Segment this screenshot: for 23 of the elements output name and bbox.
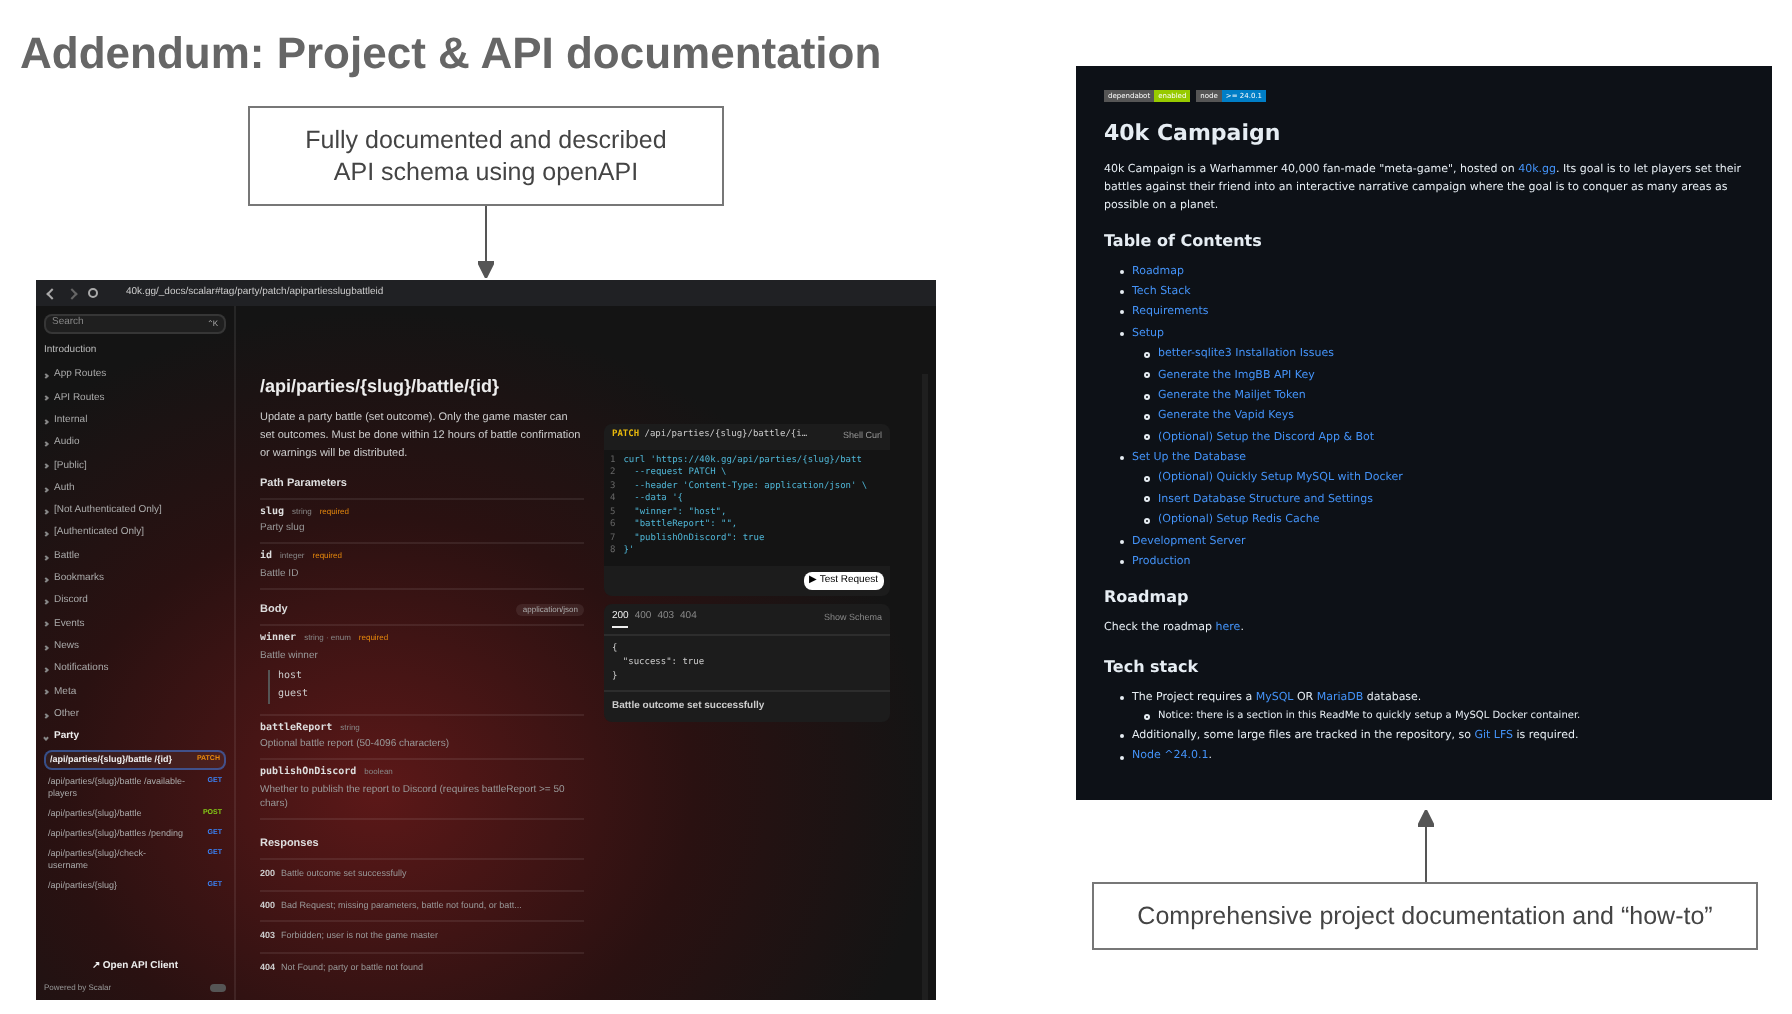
- bullet-icon: [1144, 496, 1150, 503]
- back-icon[interactable]: [46, 287, 58, 299]
- bullet-icon: [1144, 372, 1150, 379]
- arrow: [1417, 810, 1433, 882]
- endpoint-heading: /api/parties/{slug}/battle/{id}: [260, 374, 502, 400]
- bullet-icon: [1144, 714, 1150, 720]
- bullet-icon: [1144, 393, 1150, 400]
- reload-icon[interactable]: [88, 288, 98, 298]
- bullet-icon: [1144, 413, 1150, 420]
- bullet-icon: [1144, 434, 1150, 441]
- callout-box: Fully documented and described API schema using openAPI: [248, 106, 724, 206]
- bullet-icon: [1144, 351, 1150, 358]
- bullet-icon: [1144, 517, 1150, 524]
- arrow: [478, 206, 494, 278]
- callout-box: Comprehensive project documentation and “how-to”: [1092, 882, 1758, 950]
- section-heading: Tech stack: [1104, 655, 1201, 680]
- section-heading: Roadmap: [1104, 586, 1191, 611]
- theme-toggle-icon[interactable]: [210, 984, 226, 992]
- readme-title: 40k Campaign: [1104, 118, 1283, 150]
- slide-title: Addendum: Project & API documentation: [20, 26, 882, 82]
- forward-icon[interactable]: [66, 287, 78, 299]
- bullet-icon: [1144, 476, 1150, 483]
- section-heading: Table of Contents: [1104, 229, 1264, 253]
